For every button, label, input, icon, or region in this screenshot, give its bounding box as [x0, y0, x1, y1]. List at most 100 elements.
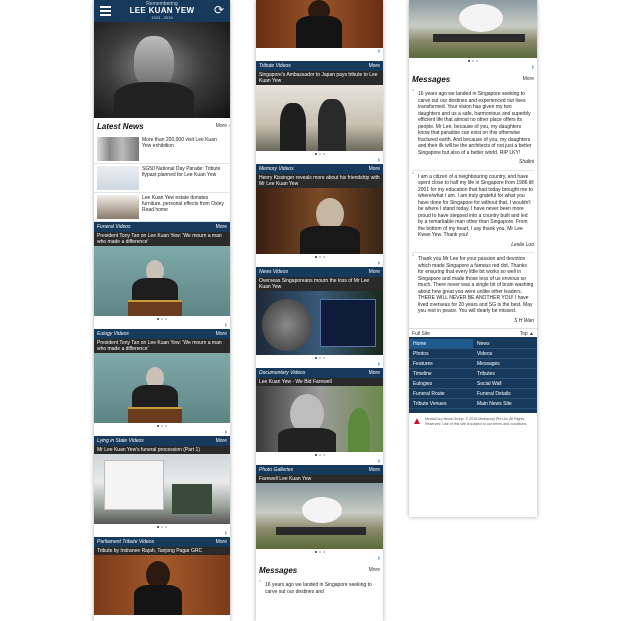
footer-link-features[interactable]: Features — [409, 359, 473, 369]
video-thumbnail[interactable] — [94, 454, 230, 524]
video-thumbnail[interactable] — [256, 386, 383, 452]
footer-link-tributes[interactable]: Tributes — [473, 369, 537, 379]
app-screen-videos: › Tribute Videos More Singapore's Ambassa… — [256, 0, 383, 621]
footer-link-messages[interactable]: Messages — [473, 359, 537, 369]
video-section-lying-in-state: Lying in State Videos More Mr Lee Kuan Ye… — [94, 436, 230, 537]
next-arrow-icon[interactable]: › — [409, 64, 537, 71]
video-caption[interactable]: President Tony Tan on Lee Kuan Yew: 'We … — [94, 232, 230, 246]
messages-title: Messages — [412, 75, 451, 84]
video-caption[interactable]: Overseas Singaporeans mourn the loss of … — [256, 277, 383, 291]
header-title: LEE KUAN YEW — [129, 6, 195, 15]
more-link[interactable]: More — [369, 269, 380, 275]
next-arrow-icon[interactable]: › — [256, 555, 383, 562]
video-thumbnail[interactable] — [256, 291, 383, 355]
news-thumbnail — [97, 195, 139, 219]
video-section-tribute: Tribute Videos More Singapore's Ambassado… — [256, 61, 383, 164]
news-headline: Lee Kuan Yew estate donates furniture, p… — [142, 195, 224, 213]
more-link[interactable]: More — [369, 166, 380, 172]
hero-portrait — [94, 22, 230, 118]
more-link[interactable]: More — [216, 331, 227, 337]
message-text: 16 years ago we landed in Singapore seek… — [265, 582, 372, 595]
news-item[interactable]: Lee Kuan Yew estate donates furniture, p… — [94, 193, 230, 222]
video-caption[interactable]: Mr Lee Kuan Yew's funeral procession (Pa… — [94, 446, 230, 454]
back-to-top-link[interactable]: Top ▲ — [520, 331, 534, 337]
video-thumbnail[interactable] — [256, 188, 383, 254]
message-author: Shalini — [518, 159, 534, 165]
footer-link-timeline[interactable]: Timeline — [409, 369, 473, 379]
app-screen-messages: › Messages More “ 16 years ago we landed … — [409, 0, 537, 517]
gallery-thumbnail[interactable] — [409, 0, 537, 58]
footer-link-funeral-details[interactable]: Funeral Details — [473, 389, 537, 399]
full-site-link[interactable]: Full Site — [412, 331, 430, 337]
more-link[interactable]: More — [369, 567, 380, 573]
next-arrow-icon[interactable]: › — [256, 458, 383, 465]
more-link[interactable]: More — [369, 467, 380, 473]
more-link[interactable]: More — [369, 63, 380, 69]
gallery-thumbnail[interactable] — [256, 483, 383, 549]
refresh-icon[interactable]: ⟳ — [214, 4, 224, 16]
footer-nav: Home News Photos Videos Features Message… — [409, 337, 537, 413]
news-thumbnail — [97, 137, 139, 161]
section-title: Funeral Videos — [97, 224, 131, 230]
more-link[interactable]: More — [369, 370, 380, 376]
photo-galleries-section: Photo Galleries More Farewell Lee Kuan Ye… — [256, 465, 383, 562]
copyright-text: MediaCorp News Group. © 2015 Mediacorp P… — [425, 417, 527, 426]
footer-link-tribute-venues[interactable]: Tribute Venues — [409, 399, 473, 409]
video-caption[interactable]: Singapore's Ambassador to Japan pays tri… — [256, 71, 383, 85]
news-headline: More than 200,000 visit Lee Kuan Yew exh… — [142, 137, 217, 149]
video-caption[interactable]: Lee Kuan Yew - We Bid Farewell — [256, 378, 383, 386]
more-link[interactable]: More — [216, 438, 227, 444]
next-arrow-icon[interactable]: › — [256, 48, 383, 55]
section-title: Eulogy Videos — [97, 331, 129, 337]
footer-link-eulogies[interactable]: Eulogies — [409, 379, 473, 389]
next-arrow-icon[interactable]: › — [94, 429, 230, 436]
more-link[interactable]: More — [523, 76, 534, 82]
video-thumbnail[interactable] — [256, 0, 383, 48]
video-thumbnail[interactable] — [94, 246, 230, 316]
news-headline: SG50 National Day Parade: Tribute flypas… — [142, 166, 221, 178]
gallery-caption[interactable]: Farewell Lee Kuan Yew — [256, 475, 383, 483]
video-thumbnail[interactable] — [256, 85, 383, 151]
more-link[interactable]: More — [216, 539, 227, 545]
next-arrow-icon[interactable]: › — [256, 157, 383, 164]
video-caption[interactable]: Tribute by Indranee Rajah, Tanjong Pagar… — [94, 547, 230, 555]
news-item[interactable]: More than 200,000 visit Lee Kuan Yew exh… — [94, 135, 230, 164]
footer-link-main-news-site[interactable]: Main News Site — [473, 399, 537, 409]
message-item: “ I am a citizen of a neighbouring count… — [412, 171, 534, 253]
news-item[interactable]: SG50 National Day Parade: Tribute flypas… — [94, 164, 230, 193]
next-arrow-icon[interactable]: › — [94, 322, 230, 329]
video-section-parliament: Parliament Tribute Videos More Tribute by… — [94, 537, 230, 615]
footer-link-social-wall[interactable]: Social Wall — [473, 379, 537, 389]
message-item: “ Thank you Mr Lee for your passion and … — [412, 253, 534, 328]
footer-link-funeral-route[interactable]: Funeral Route — [409, 389, 473, 399]
footer-link-videos[interactable]: Videos — [473, 349, 537, 359]
messages-preview: Messages More “16 years ago we landed in … — [256, 562, 383, 597]
video-caption[interactable]: President Tony Tan on Lee Kuan Yew: 'We … — [94, 339, 230, 353]
app-header: Remembering LEE KUAN YEW 1923 - 2015 ⟳ — [94, 0, 230, 22]
message-item: “16 years ago we landed in Singapore see… — [259, 580, 372, 595]
video-section-documentary: Documentary Videos More Lee Kuan Yew - We… — [256, 368, 383, 465]
footer-link-home[interactable]: Home — [409, 339, 473, 349]
message-text: I am a citizen of a neighbouring country… — [418, 173, 534, 239]
latest-news-title: Latest News — [97, 122, 144, 131]
more-link[interactable]: More — [216, 224, 227, 230]
message-author: S H Wan — [514, 317, 534, 324]
video-thumbnail[interactable] — [94, 555, 230, 615]
footer-link-news[interactable]: News — [473, 339, 537, 349]
section-title: Tribute Videos — [259, 63, 291, 69]
message-text: Thank you Mr Lee for your passion and de… — [418, 256, 534, 314]
section-title: Memory Videos — [259, 166, 294, 172]
next-arrow-icon[interactable]: › — [256, 260, 383, 267]
section-title: Photo Galleries — [259, 467, 294, 473]
next-arrow-icon[interactable]: › — [94, 530, 230, 537]
video-thumbnail[interactable] — [94, 353, 230, 423]
footer-link-photos[interactable]: Photos — [409, 349, 473, 359]
more-link[interactable]: More — [216, 123, 227, 129]
section-title: Documentary Videos — [259, 370, 306, 376]
video-section-news: News Videos More Overseas Singaporeans mo… — [256, 267, 383, 368]
next-arrow-icon[interactable]: › — [256, 361, 383, 368]
section-title: Parliament Tribute Videos — [97, 539, 155, 545]
latest-news-header: Latest News More › — [97, 122, 230, 131]
video-caption[interactable]: Henry Kissinger reveals more about his f… — [256, 174, 383, 188]
app-screen-home: Remembering LEE KUAN YEW 1923 - 2015 ⟳ L… — [94, 0, 230, 621]
